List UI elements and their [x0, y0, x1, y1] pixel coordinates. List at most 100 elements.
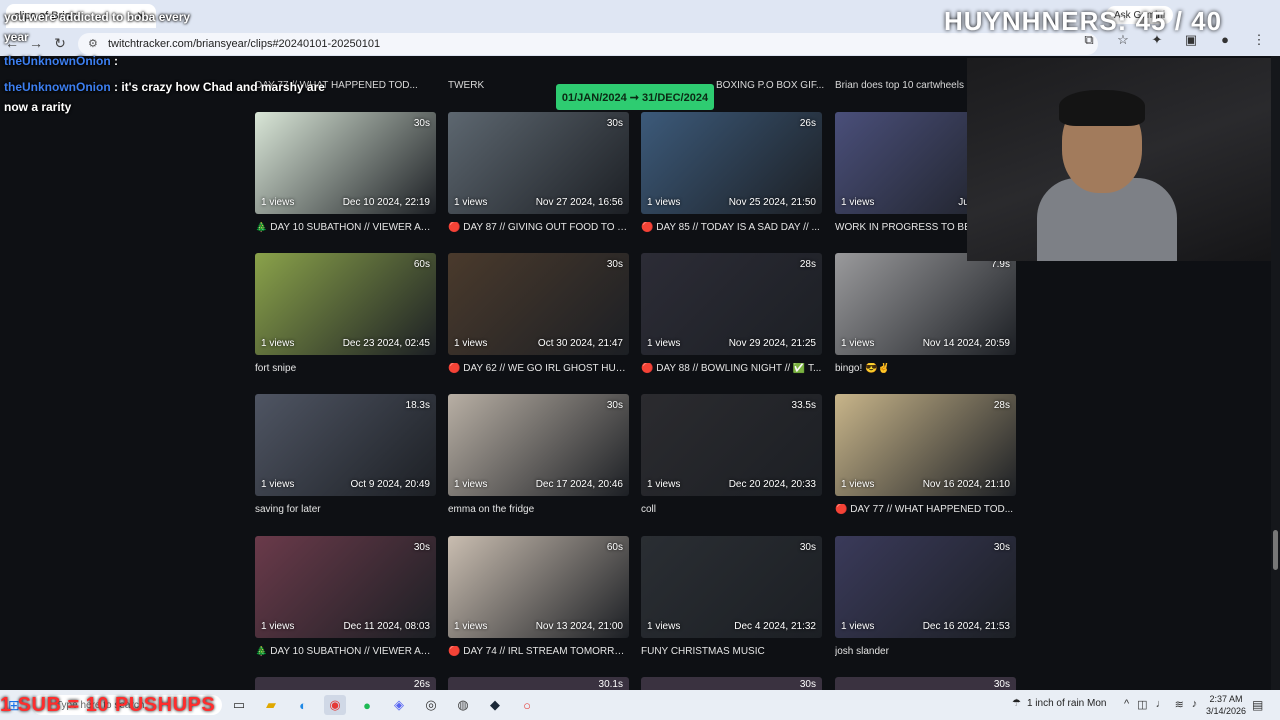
reload-icon[interactable]: ↻	[48, 32, 72, 54]
sub-pushup-banner: 1 SUB = 10 PUSHUPS	[0, 694, 216, 716]
clip-thumbnail[interactable]: 33.5s 1 views Dec 20 2024, 20:33	[641, 394, 822, 496]
clip-title[interactable]: FUNY CHRISTMAS MUSIC	[641, 646, 822, 657]
chat-username: theUnknownOnion	[4, 54, 111, 68]
clip-card[interactable]: 30s 1 views Dec 16 2024, 21:53 josh slander	[835, 536, 1016, 676]
clip-thumbnail[interactable]: 18.3s 1 views Oct 9 2024, 20:49	[255, 394, 436, 496]
clip-card[interactable]: 30s 1 views Oct 30 2024, 21:47 🔴 DAY 62 // …	[448, 253, 629, 393]
clip-date: Dec 23 2024, 02:45	[342, 338, 430, 349]
clip-duration: 30s	[993, 679, 1010, 690]
spotify-icon[interactable]: ●	[356, 695, 378, 715]
menu-icon[interactable]: ⋮	[1248, 32, 1270, 48]
clip-date: Nov 13 2024, 21:00	[535, 621, 623, 632]
clip-duration: 28s	[993, 400, 1010, 411]
clip-views: 1 views	[841, 621, 875, 632]
clip-duration: 30s	[993, 542, 1010, 553]
clip-thumbnail[interactable]: 28s 1 views Nov 29 2024, 21:25	[641, 253, 822, 355]
clip-title[interactable]: 🔴 DAY 74 // IRL STREAM TOMORRO...	[448, 646, 629, 657]
file-explorer-icon[interactable]: ▰	[260, 695, 282, 715]
clip-views: 1 views	[647, 338, 681, 349]
clip-views: 1 views	[261, 197, 295, 208]
clip-thumbnail[interactable]: 30s	[835, 677, 1016, 690]
clip-date: Dec 11 2024, 08:03	[343, 621, 430, 632]
clip-title[interactable]: emma on the fridge	[448, 504, 629, 515]
wifi-icon[interactable]: ≋	[1175, 698, 1184, 711]
clip-duration: 30s	[606, 259, 623, 270]
clip-thumbnail[interactable]: 60s 1 views Dec 23 2024, 02:45	[255, 253, 436, 355]
weather-widget[interactable]: ☂ 1 inch of rain Mon	[1012, 698, 1106, 709]
clip-thumbnail[interactable]: 26s	[255, 677, 436, 690]
clip-title[interactable]: saving for later	[255, 504, 436, 515]
clip-card[interactable]: 33.5s 1 views Dec 20 2024, 20:33 coll	[641, 394, 822, 534]
clip-thumbnail[interactable]: 30s 1 views Dec 16 2024, 21:53	[835, 536, 1016, 638]
clip-thumbnail[interactable]: 26s 1 views Nov 25 2024, 21:50	[641, 112, 822, 214]
top-title[interactable]: Brian does top 10 cartwheels c...	[835, 80, 980, 91]
clip-row: 30s 1 views Dec 10 2024, 22:19 🎄 DAY 10 SUB…	[255, 112, 1017, 252]
clip-card[interactable]: 30s 1 views Dec 17 2024, 20:46 emma on the …	[448, 394, 629, 534]
chat-message: now a rarity	[4, 100, 72, 114]
clip-card[interactable]: 30s 1 views Nov 27 2024, 16:56 🔴 DAY 87 // …	[448, 112, 629, 252]
chat-message: : it's crazy how Chad and marshy are	[114, 80, 325, 94]
clip-thumbnail[interactable]: 30s 1 views Nov 27 2024, 16:56	[448, 112, 629, 214]
clip-duration: 18.3s	[405, 400, 430, 411]
steam-icon[interactable]: ◆	[484, 695, 506, 715]
clip-thumbnail[interactable]: 28s 1 views Nov 16 2024, 21:10	[835, 394, 1016, 496]
clip-title[interactable]: fort snipe	[255, 363, 436, 374]
clip-thumbnail[interactable]: 30s 1 views Dec 4 2024, 21:32	[641, 536, 822, 638]
clip-title[interactable]: 🎄 DAY 10 SUBATHON // VIEWER AW...	[255, 222, 436, 233]
clip-card[interactable]: 28s 1 views Nov 16 2024, 21:10 🔴 DAY 77 // …	[835, 394, 1016, 534]
clip-thumbnail[interactable]: 30.1s	[448, 677, 629, 690]
system-tray: ^ ◫ ♩ ≋ ♪	[1124, 698, 1197, 711]
clip-card[interactable]: 30s 1 views Dec 10 2024, 22:19 🎄 DAY 10 SUB…	[255, 112, 436, 252]
clip-thumbnail[interactable]: 7.9s 1 views Nov 14 2024, 20:59	[835, 253, 1016, 355]
chat-line: year	[4, 30, 29, 44]
clip-thumbnail[interactable]: 30s 1 views Oct 30 2024, 21:47	[448, 253, 629, 355]
clip-card[interactable]: 30s 1 views Dec 4 2024, 21:32 FUNY CHRISTMA…	[641, 536, 822, 676]
clip-card[interactable]: 26s 1 views Nov 25 2024, 21:50 🔴 DAY 85 // …	[641, 112, 822, 252]
notifications-icon[interactable]: ▤	[1252, 698, 1263, 712]
clip-card[interactable]: 18.3s 1 views Oct 9 2024, 20:49 saving for …	[255, 394, 436, 534]
clip-card[interactable]: 60s 1 views Nov 13 2024, 21:00 🔴 DAY 74 // …	[448, 536, 629, 676]
clip-row: 30s 1 views Dec 11 2024, 08:03 🎄 DAY 10 SUB…	[255, 536, 1017, 676]
clip-thumbnail[interactable]: 30s 1 views Dec 10 2024, 22:19	[255, 112, 436, 214]
clip-card[interactable]: 30s 1 views Dec 11 2024, 08:03 🎄 DAY 10 SUB…	[255, 536, 436, 676]
clip-thumbnail[interactable]: 60s 1 views Nov 13 2024, 21:00	[448, 536, 629, 638]
tray-app-icon[interactable]: ◫	[1137, 698, 1147, 711]
task-view-icon[interactable]: ▭	[228, 695, 250, 715]
clip-card[interactable]: 60s 1 views Dec 23 2024, 02:45 fort snipe	[255, 253, 436, 393]
clip-title[interactable]: 🔴 DAY 88 // BOWLING NIGHT // ✅ T...	[641, 363, 822, 374]
clip-thumbnail[interactable]: 30s	[641, 677, 822, 690]
clip-views: 1 views	[454, 197, 488, 208]
clip-thumbnail[interactable]: 30s 1 views Dec 17 2024, 20:46	[448, 394, 629, 496]
top-title[interactable]: BOXING P.O BOX GIF...	[716, 80, 824, 91]
chrome-icon[interactable]: ◉	[324, 695, 346, 715]
page-scrollbar[interactable]	[1271, 56, 1280, 690]
clip-date: Nov 16 2024, 21:10	[922, 479, 1010, 490]
date-range-button[interactable]: 01/JAN/2024 ➞ 31/DEC/2024	[556, 84, 714, 110]
taskbar-clock[interactable]: 2:37 AM 3/14/2026	[1204, 693, 1248, 717]
scrollbar-thumb[interactable]	[1273, 530, 1278, 570]
microphone-icon[interactable]: ♩	[1156, 698, 1167, 711]
site-info-icon[interactable]: ⚙	[88, 38, 100, 50]
clip-title[interactable]: bingo! 😎✌	[835, 363, 1016, 374]
clip-views: 1 views	[261, 479, 295, 490]
clip-thumbnail[interactable]: 30s 1 views Dec 11 2024, 08:03	[255, 536, 436, 638]
clip-title[interactable]: 🎄 DAY 10 SUBATHON // VIEWER AW...	[255, 646, 436, 657]
top-title[interactable]: TWERK	[448, 80, 484, 91]
clip-card[interactable]: 7.9s 1 views Nov 14 2024, 20:59 bingo! 😎✌	[835, 253, 1016, 393]
clip-card[interactable]: 28s 1 views Nov 29 2024, 21:25 🔴 DAY 88 // …	[641, 253, 822, 393]
clip-title[interactable]: 🔴 DAY 77 // WHAT HAPPENED TOD...	[835, 504, 1016, 515]
clip-title[interactable]: 🔴 DAY 85 // TODAY IS A SAD DAY // ...	[641, 222, 822, 233]
clip-title[interactable]: coll	[641, 504, 822, 515]
tray-chevron-icon[interactable]: ^	[1124, 698, 1129, 711]
app-icon[interactable]: ◍	[452, 695, 474, 715]
volume-icon[interactable]: ♪	[1192, 698, 1198, 711]
clip-title[interactable]: 🔴 DAY 62 // WE GO IRL GHOST HUN...	[448, 363, 629, 374]
clip-duration: 60s	[606, 542, 623, 553]
discord-icon[interactable]: ◈	[388, 695, 410, 715]
clip-title[interactable]: 🔴 DAY 87 // GIVING OUT FOOD TO T...	[448, 222, 629, 233]
opera-icon[interactable]: ○	[516, 695, 538, 715]
clip-title[interactable]: josh slander	[835, 646, 1016, 657]
sub-counter-overlay: HUYNHNERS: 45 / 40	[944, 6, 1223, 36]
edge-icon[interactable]: ◐	[292, 695, 314, 715]
obs-icon[interactable]: ◎	[420, 695, 442, 715]
